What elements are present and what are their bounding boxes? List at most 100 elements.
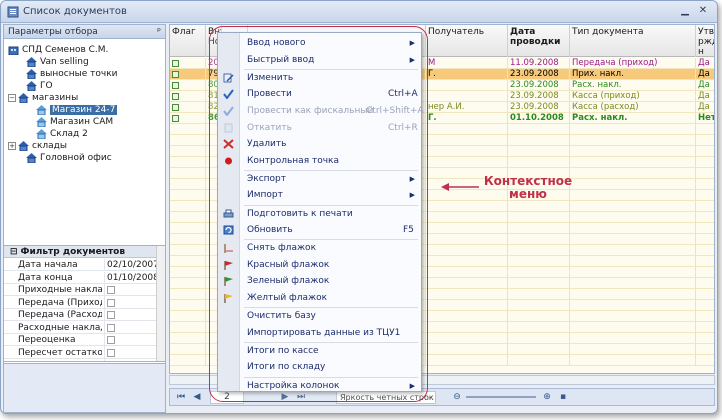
menu-item[interactable]: Желтый флажок bbox=[218, 290, 423, 306]
filter-row[interactable]: Передача (Приход) bbox=[4, 296, 156, 311]
menu-item[interactable]: Импорт ▶ bbox=[218, 187, 423, 203]
filter-row[interactable]: Передача (Расход) bbox=[4, 309, 156, 323]
tree-item[interactable]: Магазин 24-7 bbox=[36, 104, 118, 116]
column-header[interactable]: Утв ржд н bbox=[696, 25, 714, 57]
zoom-in-icon[interactable]: ⊕ bbox=[540, 391, 554, 404]
table-cell bbox=[570, 212, 696, 223]
tree-item[interactable]: Van selling bbox=[26, 56, 89, 68]
flag-icon[interactable] bbox=[172, 60, 179, 67]
filter-row[interactable]: Дата начала 02/10/2007 bbox=[4, 259, 159, 271]
menu-item[interactable]: Экспорт ▶ bbox=[218, 171, 423, 187]
menu-item[interactable]: Итоги по кассе bbox=[218, 343, 423, 359]
menu-item[interactable]: Изменить bbox=[218, 70, 423, 86]
print-icon bbox=[223, 209, 234, 219]
filter-row[interactable]: Дата конца 01/10/2008 bbox=[4, 271, 159, 284]
table-cell bbox=[170, 267, 206, 278]
tree-item[interactable]: выносные точки bbox=[26, 68, 118, 80]
menu-item[interactable]: Импортировать данные из ТЦУ1 bbox=[218, 325, 423, 341]
filter-row[interactable]: Пересчет остатков bbox=[4, 346, 156, 361]
table-cell bbox=[170, 124, 206, 135]
first-page-icon[interactable]: ⏮ bbox=[174, 391, 188, 404]
zoom-slider[interactable] bbox=[466, 396, 536, 398]
title-bar[interactable]: Список документов ▁ ✕ bbox=[1, 1, 717, 23]
menu-item-label: Очистить базу bbox=[247, 311, 316, 322]
building-icon bbox=[8, 45, 19, 55]
table-cell bbox=[570, 223, 696, 234]
flag-icon[interactable] bbox=[172, 104, 179, 111]
menu-item[interactable]: Быстрый ввод ▶ bbox=[218, 52, 423, 68]
table-cell bbox=[570, 322, 696, 333]
checkbox-icon[interactable] bbox=[107, 298, 115, 307]
table-cell-type: Расх. накл. bbox=[570, 80, 696, 91]
table-cell bbox=[570, 278, 696, 289]
app-icon bbox=[7, 6, 19, 18]
flag-cell bbox=[170, 69, 206, 80]
menu-item[interactable]: Провести Ctrl+A bbox=[218, 86, 423, 102]
table-cell bbox=[570, 234, 696, 245]
filter-row[interactable]: Переоценка bbox=[4, 334, 156, 348]
flag-icon[interactable] bbox=[172, 82, 179, 89]
close-icon[interactable]: ✕ bbox=[695, 4, 711, 19]
table-cell bbox=[426, 267, 508, 278]
menu-item[interactable]: Итоги по складу bbox=[218, 359, 423, 375]
menu-item-label: Снять флажок bbox=[247, 243, 317, 254]
table-cell bbox=[426, 245, 508, 256]
table-cell bbox=[570, 168, 696, 179]
filter-scrollbar[interactable] bbox=[156, 246, 165, 361]
annotation-arrow-icon bbox=[441, 183, 479, 191]
minimize-icon[interactable]: ▁ bbox=[677, 4, 693, 19]
flag-icon[interactable] bbox=[172, 115, 179, 122]
expand-icon[interactable]: + bbox=[8, 142, 16, 150]
table-cell bbox=[170, 234, 206, 245]
menu-item-label: Откатить bbox=[247, 122, 292, 133]
column-header[interactable]: Флаг bbox=[170, 25, 206, 57]
checkbox-icon[interactable] bbox=[107, 286, 115, 294]
column-header[interactable]: Дата проводки bbox=[508, 25, 570, 57]
table-cell bbox=[170, 223, 206, 234]
column-header[interactable]: Получатель bbox=[426, 25, 508, 57]
context-menu[interactable]: Ввод нового ▶ Быстрый ввод ▶ Изменить Провест… bbox=[217, 32, 424, 394]
menu-item[interactable]: Подготовить к печати bbox=[218, 206, 423, 222]
table-cell bbox=[426, 157, 508, 168]
menu-item[interactable]: Очистить базу bbox=[218, 308, 423, 324]
filter-row[interactable]: Приходные накладны bbox=[4, 284, 156, 298]
filter-value[interactable]: 02/10/2007 bbox=[104, 259, 159, 271]
menu-item[interactable]: Ввод нового ▶ bbox=[218, 35, 423, 51]
tree-item[interactable]: склады bbox=[18, 140, 67, 152]
tree-item[interactable]: СПД Семенов С.М. bbox=[8, 44, 108, 56]
column-header[interactable]: Тип документа bbox=[570, 25, 696, 57]
checkbox-icon[interactable] bbox=[107, 336, 115, 344]
collapse-icon[interactable]: ⊟ bbox=[10, 247, 18, 257]
zoom-out-icon[interactable]: ⊖ bbox=[450, 391, 464, 404]
checkbox-icon[interactable] bbox=[107, 323, 115, 332]
table-cell bbox=[426, 234, 508, 245]
flag-icon[interactable] bbox=[172, 71, 179, 78]
menu-item-shortcut: Ctrl+Shift+A bbox=[366, 105, 424, 116]
menu-item[interactable]: Снять флажок bbox=[218, 240, 423, 256]
prev-page-icon[interactable]: ◀ bbox=[190, 391, 204, 404]
pin-icon[interactable]: ᵖ bbox=[157, 25, 161, 39]
table-cell bbox=[170, 212, 206, 223]
menu-item[interactable]: Зеленый флажок bbox=[218, 273, 423, 289]
table-cell bbox=[426, 344, 508, 355]
tree-item[interactable]: Склад 2 bbox=[36, 128, 88, 140]
menu-item[interactable]: Удалить bbox=[218, 136, 423, 152]
menu-item[interactable]: Контрольная точка bbox=[218, 153, 423, 169]
flag-icon[interactable] bbox=[172, 93, 179, 100]
checkbox-icon[interactable] bbox=[107, 311, 115, 319]
tree-item[interactable]: Магазин САМ bbox=[36, 116, 113, 128]
tree-item[interactable]: ГО bbox=[26, 80, 53, 92]
tree-item[interactable]: магазины bbox=[18, 92, 78, 104]
menu-item[interactable]: Красный флажок bbox=[218, 257, 423, 273]
filter-row[interactable]: Расходные накладны bbox=[4, 321, 156, 336]
menu-item[interactable]: Обновить F5 bbox=[218, 222, 423, 238]
tree-item[interactable]: Головной офис bbox=[26, 152, 112, 164]
table-cell bbox=[696, 157, 714, 168]
filter-label: Передача (Приход) bbox=[18, 297, 102, 308]
filter-value[interactable]: 01/10/2008 bbox=[104, 271, 159, 284]
filter-checkbox[interactable] bbox=[104, 346, 156, 361]
collapse-icon[interactable]: − bbox=[8, 94, 16, 102]
checkbox-icon[interactable] bbox=[107, 348, 115, 357]
menu-item[interactable]: Настройка колонок ▶ bbox=[218, 378, 423, 394]
table-cell bbox=[696, 278, 714, 289]
